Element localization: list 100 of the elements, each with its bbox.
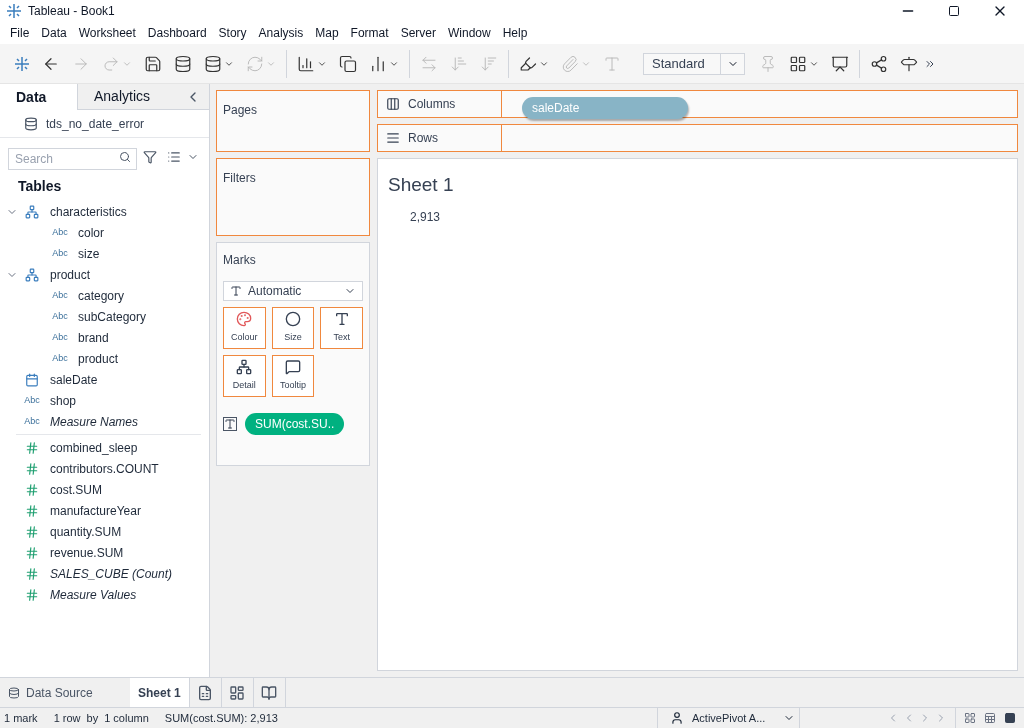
field-item[interactable]: contributors.COUNT: [50, 459, 159, 478]
text-box-icon: [603, 54, 621, 73]
field-item[interactable]: quantity.SUM: [50, 522, 122, 541]
window-title: Tableau - Book1: [28, 3, 116, 20]
field-item[interactable]: product: [50, 265, 91, 284]
refresh-icon: [246, 54, 264, 73]
mark-card[interactable]: Detail: [223, 355, 266, 397]
hash-icon: [25, 482, 39, 497]
filter-icon[interactable]: [143, 150, 157, 164]
hierarchy-icon: [25, 267, 39, 282]
string-type-label: Abc: [52, 225, 68, 239]
hash-icon: [25, 503, 39, 518]
share-icon: [870, 54, 888, 73]
string-type-label: Abc: [52, 330, 68, 344]
text-icon: [223, 417, 237, 431]
menu-item[interactable]: Story: [212, 24, 253, 42]
data-source-name[interactable]: tds_no_date_error: [46, 114, 145, 133]
field-item[interactable]: characteristics: [50, 202, 127, 221]
search-field[interactable]: Search: [8, 148, 137, 170]
grid-view-icon[interactable]: [964, 712, 976, 724]
menu-item[interactable]: Format: [344, 24, 395, 42]
hash-icon: [25, 545, 39, 560]
sheet-tab[interactable]: Data Source: [0, 678, 130, 707]
sheet-title: Sheet 1: [388, 173, 455, 197]
detail-icon: [236, 359, 253, 376]
menu-item[interactable]: Worksheet: [72, 24, 142, 42]
field-item[interactable]: combined_sleep: [50, 438, 138, 457]
field-item[interactable]: Measure Values: [50, 585, 137, 604]
field-item[interactable]: category: [78, 286, 125, 305]
menu-item[interactable]: Help: [496, 24, 534, 42]
filters-label: Filters: [223, 171, 256, 185]
string-type-label: Abc: [52, 351, 68, 365]
field-item[interactable]: revenue.SUM: [50, 543, 124, 562]
signpost-icon: [900, 54, 918, 73]
presentation-icon: [831, 54, 849, 73]
data-source-icon: [24, 116, 38, 131]
hash-icon: [25, 440, 39, 455]
sheet-value: 2,913: [410, 208, 442, 226]
calendar-icon: [25, 372, 39, 387]
field-item[interactable]: color: [78, 223, 104, 242]
menu-item[interactable]: File: [4, 24, 36, 42]
status-by: by: [86, 710, 99, 726]
palette-icon: [236, 311, 253, 328]
menu-item[interactable]: Window: [441, 24, 497, 42]
status-columns: 1 column: [104, 709, 149, 727]
shelf-label: Columns: [408, 96, 456, 113]
swap-icon: [420, 54, 438, 73]
paperclip-icon: [561, 54, 579, 73]
logo-icon: [6, 3, 22, 19]
menu-item[interactable]: Server: [394, 24, 442, 42]
side-tab[interactable]: Analytics: [77, 84, 185, 110]
field-item[interactable]: size: [78, 244, 100, 263]
save-icon: [144, 54, 162, 73]
tooltip-icon: [285, 359, 301, 376]
field-item[interactable]: subCategory: [78, 307, 147, 326]
field-item[interactable]: shop: [50, 391, 77, 410]
field-item[interactable]: SALES_CUBE (Count): [50, 564, 173, 583]
hierarchy-icon: [25, 204, 39, 219]
field-item[interactable]: brand: [78, 328, 109, 347]
mark-type-dropdown[interactable]: Automatic: [223, 281, 363, 301]
redo-icon: [102, 54, 120, 73]
mark-card[interactable]: Tooltip: [271, 355, 315, 397]
single-view-icon[interactable]: [1004, 712, 1016, 724]
text-icon: [333, 311, 350, 328]
status-rows: 1 row: [53, 709, 81, 727]
menu-item[interactable]: Map: [309, 24, 345, 42]
logo-icon: [14, 55, 30, 72]
hash-icon: [25, 524, 39, 539]
sheet-tab[interactable]: Sheet 1: [130, 678, 189, 707]
string-type-label: Abc: [52, 246, 68, 260]
highlighter-icon: [519, 54, 537, 73]
field-item[interactable]: manufactureYear: [50, 501, 141, 520]
mark-card[interactable]: Size: [271, 307, 315, 349]
maximize-icon[interactable]: [948, 5, 960, 17]
string-type-label: Abc: [24, 414, 40, 428]
fit-dropdown[interactable]: Standard: [643, 52, 745, 75]
mark-card[interactable]: Colour: [223, 307, 266, 349]
mark-card[interactable]: Text: [320, 307, 363, 349]
field-item[interactable]: saleDate: [50, 370, 98, 389]
user-menu[interactable]: ActivePivot A...: [657, 708, 799, 728]
rows-icon: [386, 131, 400, 145]
columns-icon: [386, 97, 400, 111]
marks-label: Marks: [223, 252, 257, 269]
string-type-label: Abc: [24, 393, 40, 407]
menu-item[interactable]: Data: [35, 24, 73, 42]
database-icon: [8, 686, 20, 699]
menu-item[interactable]: Analysis: [252, 24, 310, 42]
show-me-icon: [789, 54, 807, 73]
hash-icon: [25, 566, 39, 581]
duplicate-icon: [339, 54, 357, 73]
sort-descending-icon: [480, 54, 498, 73]
status-summary: SUM(cost.SUM): 2,913: [164, 710, 278, 726]
search-icon: [119, 151, 131, 163]
field-item[interactable]: Measure Names: [50, 412, 139, 431]
field-item[interactable]: product: [78, 349, 119, 368]
field-item[interactable]: cost.SUM: [50, 480, 102, 499]
list-view-icon[interactable]: [167, 150, 181, 164]
string-type-label: Abc: [52, 288, 68, 302]
menu-item[interactable]: Dashboard: [141, 24, 213, 42]
hash-icon: [25, 461, 39, 476]
